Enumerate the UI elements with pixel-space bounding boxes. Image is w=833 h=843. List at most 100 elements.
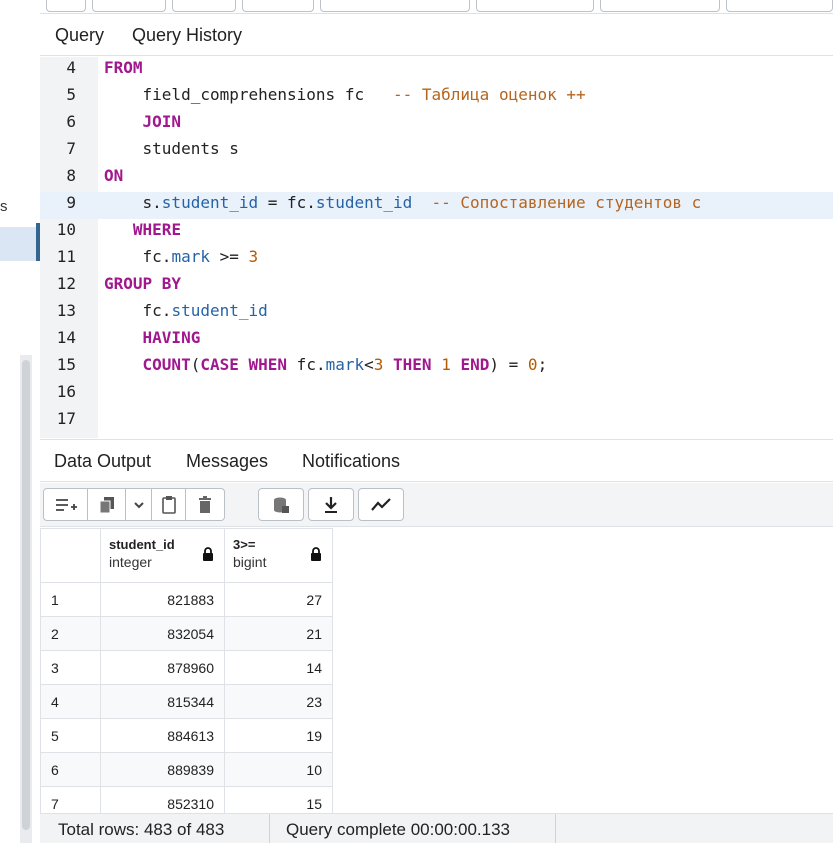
code-text: fc.mark >= 3 (104, 247, 259, 266)
add-row-button[interactable] (44, 489, 88, 520)
code-line[interactable]: 14 HAVING (40, 327, 833, 354)
student-id-cell[interactable]: 832054 (100, 616, 225, 651)
add-row-icon (55, 498, 77, 511)
row-number-cell[interactable]: 7 (40, 786, 101, 813)
student-id-cell[interactable]: 852310 (100, 786, 225, 813)
code-line[interactable]: 4 FROM (40, 57, 833, 84)
tab-messages[interactable]: Messages (186, 451, 268, 472)
table-row[interactable]: 6 889839 10 (40, 752, 333, 787)
graph-visualiser-button[interactable] (359, 489, 403, 520)
table-row[interactable]: 4 815344 23 (40, 684, 333, 719)
tab-data-output[interactable]: Data Output (54, 451, 151, 472)
line-number: 4 (66, 58, 76, 77)
student-id-cell[interactable]: 815344 (100, 684, 225, 719)
code-line[interactable]: 10 WHERE (40, 219, 833, 246)
toolbar-button-1[interactable] (46, 0, 86, 12)
row-number-cell[interactable]: 4 (40, 684, 101, 719)
data-output-toolbar (40, 483, 833, 527)
status-divider (269, 814, 270, 843)
copy-button[interactable] (88, 489, 126, 520)
count-cell[interactable]: 23 (224, 684, 333, 719)
code-line[interactable]: 11 fc.mark >= 3 (40, 246, 833, 273)
count-cell[interactable]: 19 (224, 718, 333, 753)
trash-icon (199, 495, 211, 513)
row-number-cell[interactable]: 6 (40, 752, 101, 787)
tab-notifications[interactable]: Notifications (302, 451, 400, 472)
line-number: 9 (66, 193, 76, 212)
line-number: 7 (66, 139, 76, 158)
toolbar-button-5[interactable] (476, 0, 594, 12)
row-number-cell[interactable]: 1 (40, 582, 101, 617)
student-id-cell[interactable]: 889839 (100, 752, 225, 787)
line-number: 10 (56, 220, 76, 239)
code-line[interactable]: 6 JOIN (40, 111, 833, 138)
line-number: 11 (56, 247, 76, 266)
line-number: 5 (66, 85, 76, 104)
column-header-count[interactable]: 3>= bigint (224, 528, 333, 583)
table-row[interactable]: 1 821883 27 (40, 582, 333, 617)
tree-item-selected[interactable] (0, 227, 40, 261)
code-line[interactable]: 17 (40, 408, 833, 435)
save-data-button[interactable] (259, 489, 303, 520)
line-number: 8 (66, 166, 76, 185)
code-line[interactable]: 12 GROUP BY (40, 273, 833, 300)
total-rows-text: Total rows: 483 of 483 (58, 820, 225, 839)
code-line[interactable]: 16 (40, 381, 833, 408)
download-button[interactable] (309, 489, 353, 520)
copy-options-dropdown[interactable] (126, 489, 152, 520)
code-line[interactable]: 5 field_comprehensions fc -- Таблица оце… (40, 84, 833, 111)
status-bar: Total rows: 483 of 483 Query complete 00… (40, 813, 833, 843)
paste-button[interactable] (152, 489, 186, 520)
save-data-group (258, 488, 304, 521)
toolbar-button-7[interactable] (726, 0, 833, 12)
query-toolbar (40, 0, 833, 14)
code-line[interactable]: 7 students s (40, 138, 833, 165)
delete-button[interactable] (186, 489, 224, 520)
tab-query[interactable]: Query (55, 25, 104, 46)
count-cell[interactable]: 14 (224, 650, 333, 685)
code-text: GROUP BY (104, 274, 182, 293)
row-number-header (40, 528, 101, 583)
copy-icon (99, 496, 114, 513)
table-row[interactable]: 7 852310 15 (40, 786, 333, 813)
code-line[interactable]: 8 ON (40, 165, 833, 192)
result-tab-bar: Data Output Messages Notifications (40, 439, 833, 482)
chevron-down-icon (133, 501, 144, 508)
code-text: COUNT(CASE WHEN fc.mark<3 THEN 1 END) = … (142, 355, 548, 374)
row-number-cell[interactable]: 2 (40, 616, 101, 651)
sql-editor[interactable]: 4 FROM 5 field_comprehensions fc -- Таблиц… (40, 57, 833, 438)
object-browser-edge: s (0, 0, 40, 843)
lock-icon (311, 547, 321, 561)
row-number-cell[interactable]: 5 (40, 718, 101, 753)
column-header-student-id[interactable]: student_id integer (100, 528, 225, 583)
results-grid: student_id integer 3>= bigint 1 821883 27 2… (40, 528, 833, 813)
table-row[interactable]: 3 878960 14 (40, 650, 333, 685)
tab-query-history[interactable]: Query History (132, 25, 242, 46)
line-number: 16 (56, 382, 76, 401)
line-number: 14 (56, 328, 76, 347)
count-cell[interactable]: 10 (224, 752, 333, 787)
toolbar-select[interactable] (320, 0, 470, 12)
browser-scrollbar-thumb[interactable] (22, 360, 30, 830)
code-line[interactable]: 9 s.student_id = fc.student_id -- Сопост… (40, 192, 833, 219)
toolbar-button-3[interactable] (172, 0, 236, 12)
toolbar-button-4[interactable] (242, 0, 314, 12)
code-line[interactable]: 15 COUNT(CASE WHEN fc.mark<3 THEN 1 END)… (40, 354, 833, 381)
table-row[interactable]: 2 832054 21 (40, 616, 333, 651)
row-number-cell[interactable]: 3 (40, 650, 101, 685)
count-cell[interactable]: 21 (224, 616, 333, 651)
download-group (308, 488, 354, 521)
toolbar-button-2[interactable] (92, 0, 166, 12)
count-cell[interactable]: 15 (224, 786, 333, 813)
toolbar-button-6[interactable] (600, 0, 720, 12)
line-number: 15 (56, 355, 76, 374)
graph-group (358, 488, 404, 521)
code-line[interactable]: 13 fc.student_id (40, 300, 833, 327)
student-id-cell[interactable]: 878960 (100, 650, 225, 685)
code-text: s.student_id = fc.student_id -- Сопостав… (104, 193, 702, 212)
student-id-cell[interactable]: 821883 (100, 582, 225, 617)
table-header-row: student_id integer 3>= bigint (40, 528, 333, 583)
count-cell[interactable]: 27 (224, 582, 333, 617)
table-row[interactable]: 5 884613 19 (40, 718, 333, 753)
student-id-cell[interactable]: 884613 (100, 718, 225, 753)
